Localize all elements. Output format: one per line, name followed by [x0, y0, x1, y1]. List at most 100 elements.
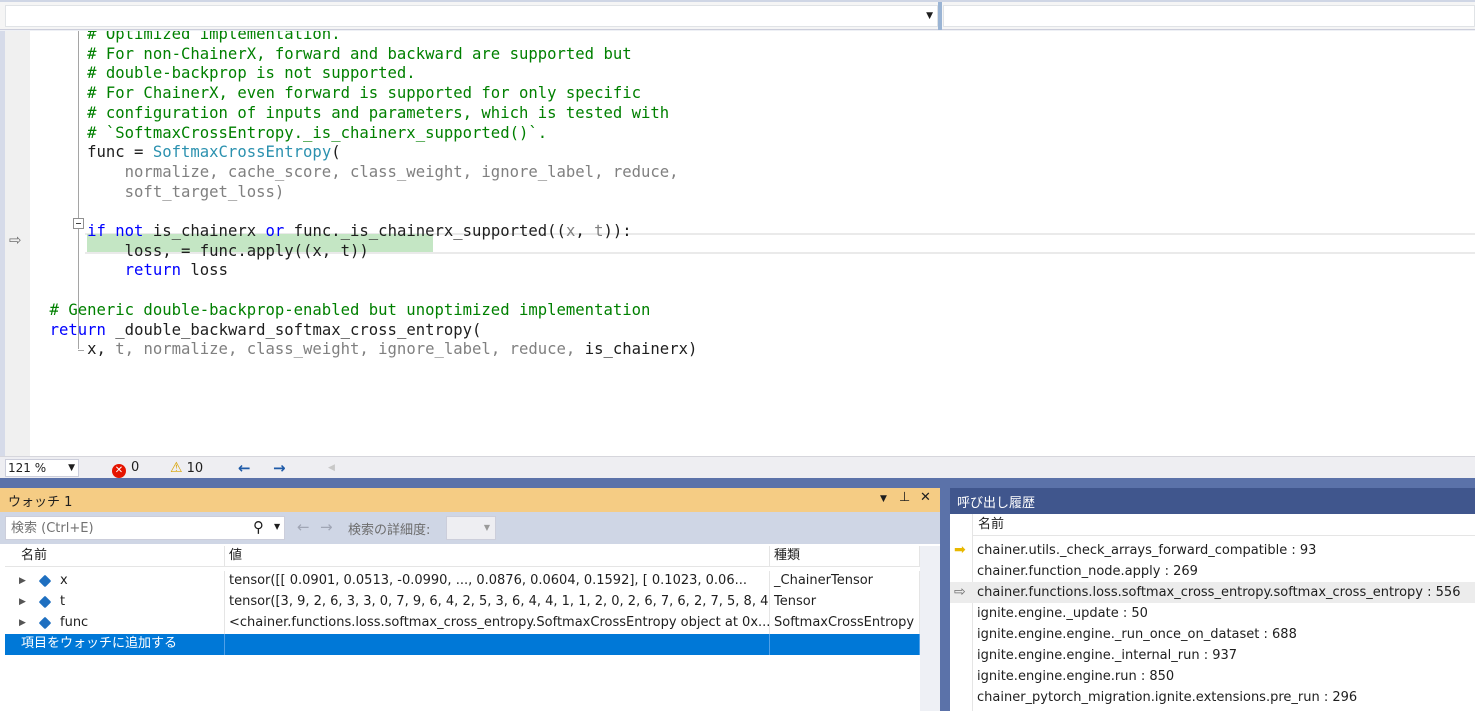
column-header-value[interactable]: 値: [225, 546, 770, 567]
search-depth-label: 検索の詳細度:: [348, 523, 431, 538]
column-header-type[interactable]: 種類: [770, 546, 920, 567]
expand-chevron-icon[interactable]: ▶: [19, 592, 26, 612]
code-token: , normalize, class_weight, ignore_label,…: [124, 340, 585, 359]
watch-value-cell[interactable]: tensor([[ 0.0901, 0.0513, -0.0990, ..., …: [225, 571, 770, 592]
watch-row[interactable]: ▶ func <chainer.functions.loss.softmax_c…: [5, 613, 920, 634]
warning-count[interactable]: ⚠ 10: [170, 459, 203, 477]
warning-count-text: 10: [186, 461, 204, 476]
code-line[interactable]: x, t, normalize, class_weight, ignore_la…: [12, 339, 697, 359]
watch-variable-name: t: [60, 594, 66, 609]
add-watch-input[interactable]: 項目をウォッチに追加する: [5, 634, 225, 655]
watch-variable-name: x: [60, 573, 68, 588]
watch-row[interactable]: ▶ t tensor([3, 9, 2, 6, 3, 3, 0, 7, 9, 6…: [5, 592, 920, 613]
watch-header-row: 名前 値 種類: [5, 546, 920, 567]
code-line[interactable]: # configuration of inputs and parameters…: [12, 103, 669, 123]
watch-row[interactable]: ▶ x tensor([[ 0.0901, 0.0513, -0.0990, .…: [5, 571, 920, 592]
error-count[interactable]: ✕ 0: [112, 459, 139, 478]
watch-value-cell[interactable]: <chainer.functions.loss.softmax_cross_en…: [225, 613, 770, 634]
chevron-down-icon[interactable]: ▼: [274, 522, 280, 531]
code-line[interactable]: return loss: [12, 260, 228, 280]
expand-chevron-icon[interactable]: ▶: [19, 571, 26, 591]
zoom-dropdown[interactable]: 121 % ▼: [5, 459, 79, 477]
watch-type-cell: SoftmaxCrossEntropy: [770, 613, 920, 634]
search-previous-icon[interactable]: ←: [297, 518, 310, 536]
arrow-left-icon: ←: [238, 459, 251, 477]
code-token: if not: [87, 222, 144, 240]
window-position-dropdown-icon[interactable]: ▼: [880, 494, 887, 504]
object-icon: [38, 616, 52, 630]
panel-divider[interactable]: [0, 478, 1475, 488]
add-watch-row[interactable]: 項目をウォッチに追加する: [5, 634, 920, 655]
next-issue-button[interactable]: →: [273, 459, 286, 477]
chevron-down-icon: ▼: [483, 523, 490, 532]
call-stack-frame-label: ignite.engine.engine._internal_run : 937: [977, 648, 1238, 663]
code-line[interactable]: loss, = func.apply((x, t)): [12, 241, 369, 261]
watch-search[interactable]: ⚲ ▼: [5, 516, 285, 540]
call-stack-frame-label: chainer.utils._check_arrays_forward_comp…: [977, 543, 1317, 558]
call-stack-frame-label: chainer.function_node.apply : 269: [977, 564, 1198, 579]
chevron-down-icon[interactable]: ▼: [68, 460, 75, 476]
watch-type-cell: Tensor: [770, 592, 920, 613]
column-header-name[interactable]: 名前: [973, 514, 1475, 536]
code-line[interactable]: # For ChainerX, even forward is supporte…: [12, 83, 641, 103]
call-stack-frame[interactable]: ➡ chainer.utils._check_arrays_forward_com…: [950, 540, 1475, 561]
call-stack-frame[interactable]: ⇨ chainer.functions.loss.softmax_cross_en…: [950, 582, 1475, 603]
navigation-bar: ▼: [0, 0, 1475, 30]
code-token: _double_backward_softmax_cross_entropy(: [105, 320, 482, 339]
pin-icon[interactable]: ⊥: [899, 490, 910, 505]
column-header-name[interactable]: 名前: [5, 546, 225, 567]
call-stack-frame-label: ignite.engine.engine._run_once_on_datase…: [977, 627, 1297, 642]
zoom-level: 121 %: [8, 461, 47, 475]
code-token: loss, = func.apply((x, t)): [12, 241, 369, 260]
code-line[interactable]: # Optimized implementation.: [12, 31, 341, 44]
call-stack-frame[interactable]: ignite.engine.engine._internal_run : 937: [950, 645, 1475, 666]
watch-title-bar[interactable]: ウォッチ 1 ▼ ⊥ ✕: [0, 488, 940, 512]
close-icon[interactable]: ✕: [920, 490, 931, 505]
panel-splitter[interactable]: [940, 488, 950, 711]
watch-variable-name: func: [60, 615, 89, 630]
call-stack-frame[interactable]: ignite.engine.engine._run_once_on_datase…: [950, 624, 1475, 645]
call-stack-frame[interactable]: chainer_pytorch_migration.ignite.extensi…: [950, 687, 1475, 708]
search-next-icon[interactable]: →: [320, 518, 333, 536]
code-token: t: [594, 222, 604, 240]
type-scope-dropdown[interactable]: ▼: [5, 5, 938, 27]
call-stack-frame[interactable]: ignite.engine.engine.run : 850: [950, 666, 1475, 687]
code-line[interactable]: # `SoftmaxCrossEntropy._is_chainerx_supp…: [12, 123, 547, 143]
code-line[interactable]: # Generic double-backprop-enabled but un…: [12, 300, 651, 320]
code-line[interactable]: # For non-ChainerX, forward and backward…: [12, 44, 632, 64]
watch-panel: ウォッチ 1 ▼ ⊥ ✕ ⚲ ▼ ← → 検索の詳細度: ▼ 名前 値 種類 ▶…: [0, 488, 940, 711]
code-token: normalize, cache_score, class_weight, ig…: [12, 162, 679, 181]
expand-chevron-icon[interactable]: ▶: [19, 613, 26, 633]
code-token: # Optimized implementation.: [12, 31, 341, 43]
code-line[interactable]: # double-backprop is not supported.: [12, 63, 416, 83]
horizontal-scroll-left-icon[interactable]: ◀: [328, 459, 335, 477]
code-line[interactable]: normalize, cache_score, class_weight, ig…: [12, 162, 679, 182]
vertical-scrollbar[interactable]: [920, 546, 940, 711]
member-scope-dropdown[interactable]: [943, 5, 1475, 27]
search-input[interactable]: [6, 517, 246, 539]
arrow-right-icon: →: [273, 459, 286, 477]
navbar-splitter[interactable]: [938, 2, 942, 30]
chevron-down-icon[interactable]: ▼: [926, 8, 933, 24]
watch-name-cell: ▶ t: [5, 592, 225, 613]
code-token: return: [124, 261, 182, 280]
code-line[interactable]: return _double_backward_softmax_cross_en…: [12, 320, 482, 340]
code-line[interactable]: soft_target_loss): [12, 182, 285, 202]
search-depth-select[interactable]: ▼: [446, 516, 496, 540]
search-icon[interactable]: ⚲: [253, 518, 264, 536]
call-stack-frame[interactable]: ignite.engine._update : 50: [950, 603, 1475, 624]
call-stack-frame[interactable]: chainer.function_node.apply : 269: [950, 561, 1475, 582]
code-line[interactable]: func = SoftmaxCrossEntropy(: [12, 142, 341, 162]
watch-name-cell: ▶ x: [5, 571, 225, 592]
call-stack-frame-label: ignite.engine.engine.run : 850: [977, 669, 1175, 684]
previous-issue-button[interactable]: ←: [238, 459, 251, 477]
code-editor[interactable]: ⇨ # Optimized implementation. # For non-…: [5, 31, 1475, 456]
code-line[interactable]: if not is_chainerx or func._is_chainerx_…: [12, 221, 632, 241]
code-token: func._is_chainerx_supported((: [284, 222, 566, 240]
watch-value-cell[interactable]: tensor([3, 9, 2, 6, 3, 3, 0, 7, 9, 6, 4,…: [225, 592, 770, 613]
error-icon: ✕: [112, 464, 126, 478]
call-stack-title-bar[interactable]: 呼び出し履歴: [950, 488, 1475, 514]
